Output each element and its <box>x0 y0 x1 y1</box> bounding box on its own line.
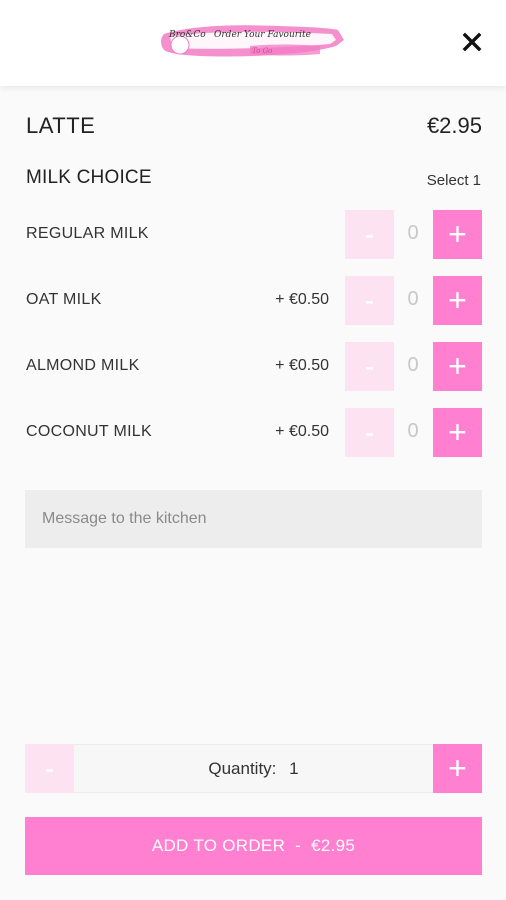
decrease-button[interactable]: - <box>345 342 394 391</box>
product-price: €2.95 <box>426 113 482 138</box>
kitchen-message-input[interactable] <box>25 490 482 548</box>
logo-sub: To Go <box>252 47 273 55</box>
milk-choice-title: MILK CHOICE <box>26 167 152 188</box>
milk-choice-rule: Select 1 <box>426 172 481 189</box>
add-to-order-total: €2.95 <box>311 836 356 855</box>
option-quantity: 0 <box>407 354 419 376</box>
product-name: LATTE <box>26 113 96 138</box>
brand-logo: Bro&Co Order Your Favourite To Go <box>160 20 346 62</box>
option-label: OAT MILK <box>26 291 102 308</box>
header: Bro&Co Order Your Favourite To Go <box>0 0 506 86</box>
increase-button[interactable]: + <box>433 408 482 457</box>
logo-brand: Bro&Co <box>169 30 206 40</box>
logo-text: Bro&Co Order Your Favourite To Go <box>160 20 346 62</box>
quantity-display: Quantity: 1 <box>26 759 481 779</box>
decrease-button[interactable]: - <box>345 210 394 259</box>
option-quantity: 0 <box>407 288 419 310</box>
option-almond-milk: ALMOND MILK + €0.50 - 0 + <box>0 342 506 392</box>
logo-tagline: Order Your Favourite <box>214 30 311 40</box>
option-label: ALMOND MILK <box>26 357 140 374</box>
option-oat-milk: OAT MILK + €0.50 - 0 + <box>0 276 506 326</box>
option-regular-milk: REGULAR MILK - 0 + <box>0 210 506 260</box>
option-quantity: 0 <box>407 420 419 442</box>
quantity-value: 1 <box>289 759 299 778</box>
quantity-stepper: - Quantity: 1 + <box>25 744 482 793</box>
close-button[interactable] <box>458 28 486 56</box>
option-label: REGULAR MILK <box>26 225 149 242</box>
close-icon <box>462 32 482 52</box>
option-extra-price: + €0.50 <box>275 357 329 374</box>
quantity-increase-button[interactable]: + <box>433 744 482 793</box>
quantity-label: Quantity: <box>208 759 277 778</box>
option-extra-price: + €0.50 <box>275 423 329 440</box>
add-to-order-label: ADD TO ORDER <box>151 836 286 855</box>
option-coconut-milk: COCONUT MILK + €0.50 - 0 + <box>0 408 506 458</box>
decrease-button[interactable]: - <box>345 276 394 325</box>
add-to-order-button[interactable]: ADD TO ORDER - €2.95 <box>25 817 482 875</box>
increase-button[interactable]: + <box>433 342 482 391</box>
option-label: COCONUT MILK <box>26 423 152 440</box>
option-quantity: 0 <box>407 222 419 244</box>
increase-button[interactable]: + <box>433 210 482 259</box>
decrease-button[interactable]: - <box>345 408 394 457</box>
option-extra-price: + €0.50 <box>275 291 329 308</box>
increase-button[interactable]: + <box>433 276 482 325</box>
add-to-order-separator: - <box>295 836 302 855</box>
